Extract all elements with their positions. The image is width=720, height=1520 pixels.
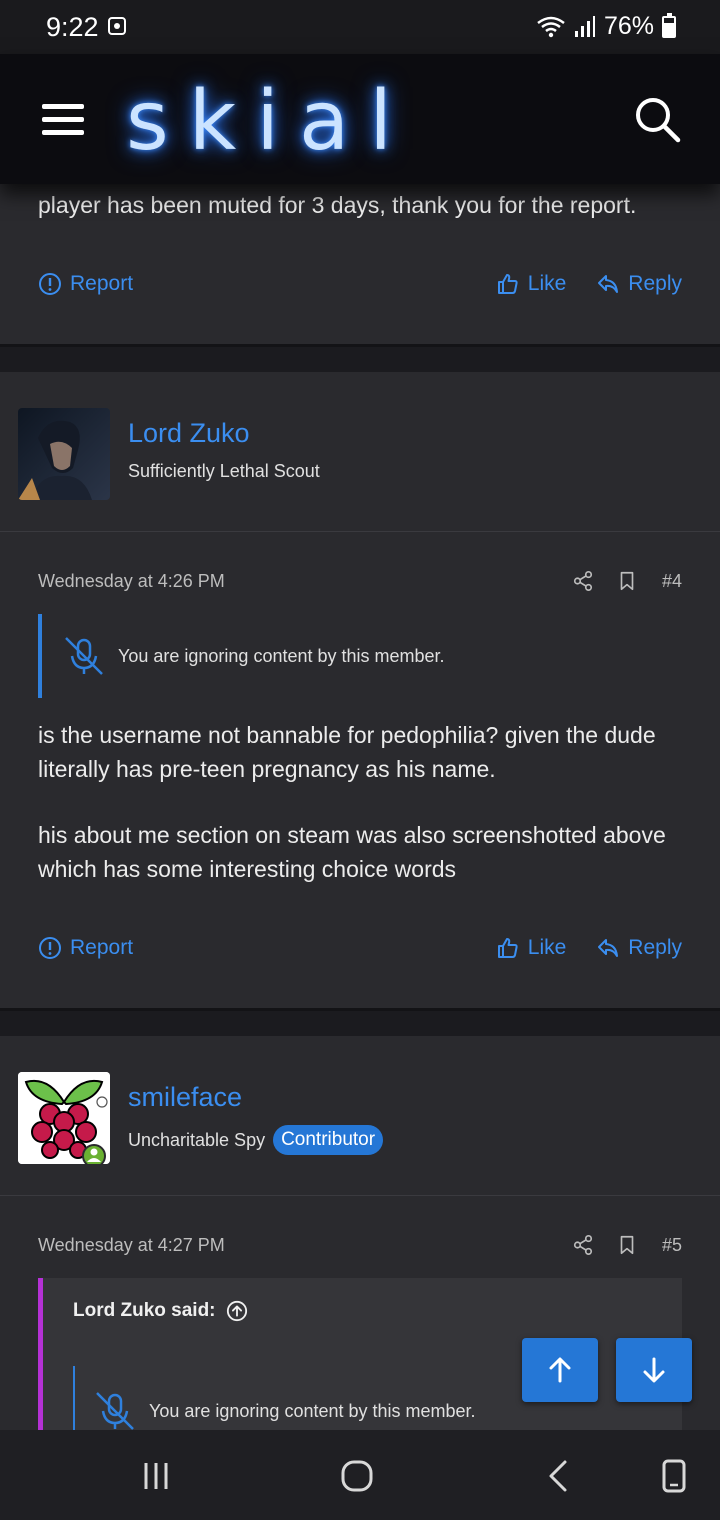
- post-separator: [0, 344, 720, 372]
- post-actions: Report Like Reply: [38, 933, 682, 963]
- reply-label: Reply: [628, 936, 682, 959]
- report-label: Report: [70, 936, 134, 959]
- like-label: Like: [527, 936, 567, 959]
- search-icon[interactable]: [632, 94, 682, 144]
- thumbs-up-icon: [497, 938, 518, 958]
- ignored-text: You are ignoring content by this member.: [118, 645, 445, 666]
- system-nav-bar: [0, 1430, 720, 1520]
- status-bar: 9:22 76%: [0, 0, 720, 54]
- scroll-top-button[interactable]: [522, 1338, 598, 1402]
- reply-icon: [598, 939, 619, 957]
- screen-recorder-icon: [108, 17, 126, 35]
- avatar[interactable]: [18, 1072, 110, 1164]
- share-icon[interactable]: [572, 570, 594, 592]
- thumbs-up-icon: [497, 274, 518, 294]
- post-separator: [0, 1008, 720, 1036]
- bookmark-icon[interactable]: [616, 1234, 638, 1256]
- recent-apps-icon[interactable]: [136, 1458, 176, 1494]
- post-number[interactable]: #5: [662, 1235, 682, 1256]
- post-meta: Wednesday at 4:27 PM #5: [38, 1230, 682, 1260]
- quote-author: Lord Zuko said:: [73, 1300, 216, 1321]
- signal-icon: [574, 15, 595, 37]
- bookmark-icon[interactable]: [616, 570, 638, 592]
- post-previous: player has been muted for 3 days, thank …: [0, 184, 720, 344]
- user-title: Sufficiently Lethal Scout: [128, 461, 320, 482]
- arrow-up-icon: [549, 1357, 571, 1383]
- post-paragraph: his about me section on steam was also s…: [38, 822, 666, 882]
- alert-circle-icon: [39, 937, 61, 959]
- post-number[interactable]: #4: [662, 571, 682, 592]
- user-block: Lord Zuko Sufficiently Lethal Scout: [0, 372, 720, 532]
- hamburger-menu-icon[interactable]: [42, 104, 84, 136]
- post-actions: Report Like Reply: [38, 269, 682, 299]
- reply-icon: [598, 275, 619, 293]
- thread-content: player has been muted for 3 days, thank …: [0, 184, 720, 1430]
- user-title-text: Sufficiently Lethal Scout: [128, 461, 320, 481]
- post-5: smileface Uncharitable Spy Contributor W…: [0, 1036, 720, 1430]
- username[interactable]: Lord Zuko: [128, 418, 250, 449]
- alert-circle-icon: [39, 273, 61, 295]
- share-icon[interactable]: [572, 1234, 594, 1256]
- post-body: is the username not bannable for pedophi…: [38, 718, 698, 886]
- site-logo[interactable]: skial: [126, 74, 412, 169]
- reply-label: Reply: [628, 272, 682, 295]
- battery-percent: 76%: [603, 12, 654, 40]
- avatar[interactable]: [18, 408, 110, 500]
- user-block: smileface Uncharitable Spy Contributor: [0, 1036, 720, 1196]
- user-title-text: Uncharitable Spy: [128, 1129, 266, 1150]
- post-meta: Wednesday at 4:26 PM #4: [38, 566, 682, 596]
- post-date[interactable]: Wednesday at 4:26 PM: [38, 571, 225, 592]
- scroll-bottom-button[interactable]: [616, 1338, 692, 1402]
- user-title: Uncharitable Spy Contributor: [128, 1125, 384, 1155]
- like-label: Like: [527, 272, 567, 295]
- status-right: 76%: [536, 12, 676, 41]
- post-text: player has been muted for 3 days, thank …: [38, 192, 637, 218]
- reply-button[interactable]: Reply: [596, 936, 682, 960]
- battery-icon: [662, 12, 676, 38]
- quote-header[interactable]: Lord Zuko said:: [73, 1300, 248, 1322]
- ignored-text: You are ignoring content by this member.: [149, 1400, 476, 1421]
- like-button[interactable]: Like: [496, 936, 567, 960]
- username[interactable]: smileface: [128, 1082, 242, 1113]
- arrow-down-icon: [643, 1357, 665, 1383]
- contributor-badge: Contributor: [273, 1125, 384, 1155]
- wifi-icon: [537, 16, 565, 37]
- status-time: 9:22: [46, 12, 99, 42]
- report-button[interactable]: Report: [38, 272, 133, 296]
- arrow-up-circle-icon[interactable]: [226, 1300, 248, 1322]
- app-header: skial: [0, 54, 720, 184]
- rotate-screen-icon[interactable]: [654, 1458, 694, 1494]
- muted-mic-icon: [65, 637, 103, 675]
- home-icon[interactable]: [337, 1458, 377, 1494]
- post-paragraph: is the username not bannable for pedophi…: [38, 722, 656, 782]
- ignored-notice: You are ignoring content by this member.: [38, 614, 682, 698]
- reply-button[interactable]: Reply: [596, 272, 682, 296]
- muted-mic-icon: [96, 1392, 134, 1430]
- post-date[interactable]: Wednesday at 4:27 PM: [38, 1235, 225, 1256]
- like-button[interactable]: Like: [496, 272, 567, 296]
- report-label: Report: [70, 272, 134, 295]
- back-icon[interactable]: [538, 1458, 578, 1494]
- post-4: Lord Zuko Sufficiently Lethal Scout Wedn…: [0, 372, 720, 1008]
- report-button[interactable]: Report: [38, 936, 133, 960]
